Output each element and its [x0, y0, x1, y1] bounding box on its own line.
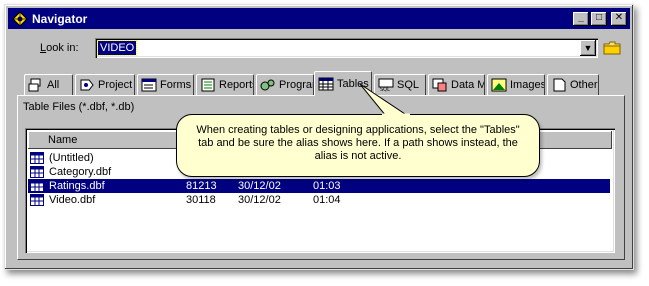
- tab-label: Programs: [279, 79, 313, 91]
- tables-icon: [318, 77, 334, 91]
- tab-label: Reports: [219, 79, 254, 91]
- table-file-icon: [30, 180, 44, 192]
- tab-label: All: [47, 79, 60, 91]
- table-file-icon: [30, 152, 44, 164]
- tab-data-modules[interactable]: Data Modules: [428, 74, 485, 95]
- file-name: (Untitled): [49, 152, 94, 164]
- look-in-combo[interactable]: VIDEO ▼: [95, 38, 598, 58]
- tooltip-pointer: [359, 84, 410, 117]
- forms-icon: [141, 78, 157, 92]
- tab-all[interactable]: All: [24, 74, 73, 95]
- navigator-icon: [12, 10, 28, 27]
- reports-icon: [201, 78, 215, 92]
- file-size: 30118: [186, 194, 216, 206]
- tab-other[interactable]: Other: [547, 74, 599, 95]
- browse-folder-button[interactable]: [602, 38, 622, 58]
- window-title: Navigator: [32, 11, 88, 26]
- tab-label: Images: [510, 79, 545, 91]
- file-name: Video.dbf: [49, 194, 96, 206]
- list-item-selected[interactable]: Ratings.dbf 81213 30/12/02 01:03: [28, 179, 610, 193]
- callout-tooltip: When creating tables or designing applic…: [176, 114, 540, 177]
- file-size: 81213: [186, 180, 217, 192]
- look-in-label: Look in:: [40, 42, 79, 54]
- programs-icon: [260, 79, 275, 91]
- project-icon: [80, 79, 94, 91]
- minimize-button[interactable]: _: [573, 11, 589, 26]
- list-item[interactable]: Video.dbf 30118 30/12/02 01:04: [28, 193, 610, 207]
- file-time: 01:03: [313, 180, 341, 192]
- tab-project[interactable]: Project: [75, 74, 135, 95]
- table-file-icon: [30, 194, 44, 206]
- tab-label: Forms: [160, 79, 192, 91]
- tab-label: Project: [98, 79, 133, 91]
- files-filter-label: Table Files (*.dbf, *.db): [23, 101, 135, 113]
- close-button[interactable]: ✕: [611, 11, 627, 26]
- all-icon: [28, 78, 41, 92]
- table-file-icon: [30, 166, 44, 178]
- folder-icon: [603, 41, 621, 55]
- tab-programs[interactable]: Programs: [256, 74, 314, 95]
- tab-label: Other: [570, 79, 598, 91]
- look-in-label-rest: ook in:: [46, 42, 79, 54]
- chevron-down-icon[interactable]: ▼: [580, 40, 596, 56]
- tab-forms[interactable]: Forms: [137, 74, 194, 95]
- tab-reports[interactable]: Reports: [196, 74, 254, 95]
- other-icon: [553, 78, 566, 92]
- file-name: Ratings.dbf: [49, 180, 105, 192]
- look-in-value[interactable]: VIDEO: [96, 40, 138, 56]
- file-date: 30/12/02: [238, 194, 281, 206]
- file-time: 01:04: [313, 194, 341, 206]
- tab-images[interactable]: Images: [487, 74, 545, 95]
- images-icon: [491, 78, 507, 92]
- datamodules-icon: [432, 78, 447, 92]
- file-name: Category.dbf: [49, 166, 112, 178]
- title-bar[interactable]: Navigator _ □ ✕: [8, 8, 630, 29]
- tab-label: Data Modules: [451, 79, 484, 91]
- file-date: 30/12/02: [238, 180, 281, 192]
- maximize-button[interactable]: □: [591, 11, 607, 26]
